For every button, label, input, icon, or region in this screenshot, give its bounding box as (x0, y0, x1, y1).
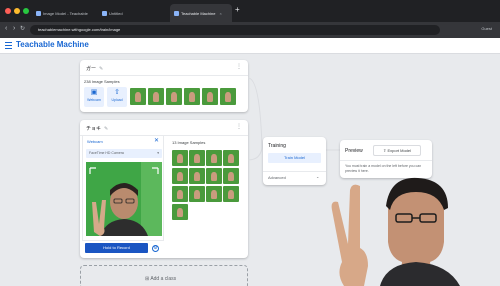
add-class-label: ⊞ Add a class (145, 276, 177, 282)
sample-thumbnail[interactable] (223, 150, 239, 166)
more-options-icon[interactable]: ⋮ (236, 63, 242, 70)
sample-thumbnail[interactable] (206, 168, 222, 184)
profile-label[interactable]: Guest (481, 26, 492, 31)
more-options-icon[interactable]: ⋮ (236, 123, 242, 130)
camera-select[interactable]: FaceTime HD Camera ▾ (86, 149, 162, 158)
preview-title: Preview (345, 148, 363, 154)
class-name-text: チョキ (86, 126, 102, 132)
webcam-button-label: Webcam (87, 98, 101, 102)
address-bar[interactable]: teachablemachine.withgoogle.com/train/im… (30, 25, 440, 35)
sample-thumbnail[interactable] (202, 88, 218, 105)
maximize-window-icon[interactable] (23, 8, 29, 14)
hold-to-record-button[interactable]: Hold to Record (85, 243, 148, 253)
app-header: Teachable Machine (0, 38, 500, 54)
sample-thumbnail[interactable] (148, 88, 164, 105)
sample-thumbnail[interactable] (189, 168, 205, 184)
webcam-title: Webcam (87, 139, 103, 144)
tab-favicon-icon (102, 10, 107, 16)
sample-thumbnail[interactable] (184, 88, 200, 105)
gear-icon[interactable]: ⚙ (152, 245, 159, 252)
connector-lines (248, 77, 263, 161)
webcam-panel: Webcam ✕ FaceTime HD Camera ▾ (82, 135, 164, 241)
new-tab-icon[interactable]: + (235, 5, 240, 14)
training-title: Training (268, 143, 286, 149)
sample-thumbnail[interactable] (166, 88, 182, 105)
upload-button[interactable]: ⇧ Upload (107, 87, 127, 107)
sample-thumbnail[interactable] (206, 186, 222, 202)
sample-thumbnail[interactable] (220, 88, 236, 105)
advanced-toggle[interactable]: Advanced (268, 175, 286, 180)
sample-count: 13 Image Samples (172, 140, 206, 145)
browser-tab-active[interactable]: Teachable Machine × (170, 4, 232, 22)
sample-thumbnail[interactable] (223, 168, 239, 184)
divider (340, 160, 432, 161)
sample-thumbnail[interactable] (223, 186, 239, 202)
presenter-video-overlay (331, 177, 460, 286)
minimize-window-icon[interactable] (14, 8, 20, 14)
export-model-label: Export Model (387, 148, 412, 153)
train-model-button[interactable]: Train Model (268, 153, 321, 163)
back-icon[interactable]: ‹ (5, 25, 7, 32)
app-title[interactable]: Teachable Machine (16, 40, 89, 49)
webcam-person-image (86, 162, 162, 236)
upload-icon: ⇧ (114, 89, 120, 96)
sample-count: 238 Image Samples (84, 79, 120, 84)
export-model-button[interactable]: ⇪ Export Model (373, 145, 421, 156)
camera-select-value: FaceTime HD Camera (89, 151, 124, 155)
sample-thumbnail[interactable] (189, 186, 205, 202)
chevron-down-icon[interactable]: ⌄ (316, 174, 319, 179)
tab-label: Image Model - Teachable (43, 10, 88, 16)
class-name[interactable]: ガー ✎ (86, 65, 103, 72)
sample-thumbnail[interactable] (189, 150, 205, 166)
sample-thumbnail[interactable] (172, 150, 188, 166)
webcam-icon: ▣ (90, 89, 98, 96)
sample-thumbnail[interactable] (206, 150, 222, 166)
browser-tab-bar: Image Model - Teachable Untitled Teachab… (0, 0, 500, 22)
browser-tab[interactable]: Untitled (98, 4, 158, 22)
tab-favicon-icon (36, 10, 41, 16)
divider (263, 171, 326, 172)
reload-icon[interactable]: ↻ (20, 25, 25, 32)
sample-thumbnail[interactable] (172, 186, 188, 202)
close-icon[interactable]: ✕ (154, 136, 159, 147)
class-card-1: ガー ✎ ⋮ 238 Image Samples ▣ Webcam ⇧ Uploa… (80, 60, 248, 112)
tab-label: Teachable Machine (181, 10, 216, 16)
edit-pencil-icon[interactable]: ✎ (99, 66, 103, 72)
edit-pencil-icon[interactable]: ✎ (104, 126, 108, 132)
close-window-icon[interactable] (5, 8, 11, 14)
tab-favicon-icon (174, 10, 179, 16)
connector-line (326, 149, 340, 151)
forward-icon[interactable]: › (13, 25, 15, 32)
sample-thumbnail[interactable] (172, 204, 188, 220)
upload-icon: ⇪ (382, 148, 387, 153)
webcam-button[interactable]: ▣ Webcam (84, 87, 104, 107)
browser-toolbar: ‹ › ↻ teachablemachine.withgoogle.com/tr… (0, 22, 500, 38)
hamburger-menu-icon[interactable] (5, 42, 12, 49)
close-tab-icon[interactable]: × (219, 11, 221, 16)
add-class-text: Add a class (150, 276, 177, 282)
class-name-text: ガー (86, 66, 97, 72)
sample-thumbnail[interactable] (172, 168, 188, 184)
browser-tab[interactable]: Image Model - Teachable (32, 4, 96, 22)
class-name[interactable]: チョキ ✎ (86, 125, 108, 132)
chevron-down-icon: ▾ (157, 151, 159, 155)
webcam-preview (86, 162, 162, 236)
url-text: teachablemachine.withgoogle.com/train/im… (38, 27, 121, 32)
upload-button-label: Upload (111, 98, 123, 102)
sample-thumbnail[interactable] (130, 88, 146, 105)
divider (80, 75, 248, 76)
tab-label: Untitled (109, 10, 123, 16)
